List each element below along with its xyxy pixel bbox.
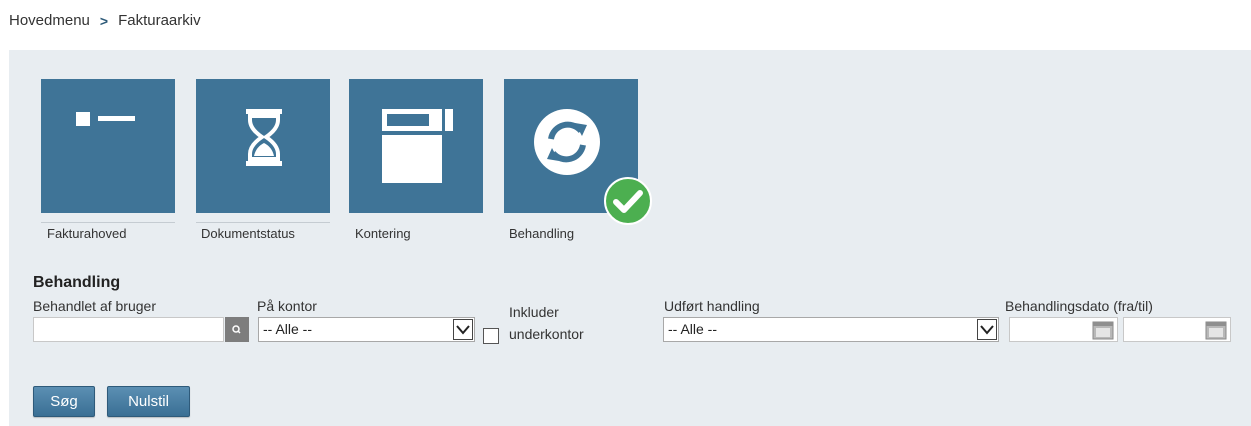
reset-button[interactable]: Nulstil [107,386,190,417]
breadcrumb-home[interactable]: Hovedmenu [9,12,90,29]
include-suboffice-checkbox[interactable] [483,328,499,344]
date-to-calendar-button[interactable] [1205,320,1227,340]
user-search-button[interactable] [225,317,249,342]
tile-label-behandling: Behandling [509,226,575,241]
breadcrumb: Hovedmenu > Fakturaarkiv [9,12,201,29]
tile-underline [41,222,175,223]
action-label: Udført handling [664,298,760,314]
chevron-down-icon [453,319,473,340]
breadcrumb-current: Fakturaarkiv [118,12,201,29]
action-select[interactable]: -- Alle -- [663,317,999,342]
hourglass-icon [246,109,282,166]
office-select[interactable]: -- Alle -- [258,317,475,342]
office-label: På kontor [257,298,317,314]
check-icon [604,177,652,225]
header-icon [76,112,135,126]
calendar-icon [1092,321,1114,340]
chevron-down-icon [977,319,997,340]
tile-kontering[interactable] [349,79,483,213]
search-button[interactable]: Søg [33,386,95,417]
tile-label-kontering: Kontering [355,226,411,241]
calendar-icon [1205,321,1227,340]
window-icon [382,109,453,183]
tile-underline [196,222,330,223]
tile-label-fakturahoved: Fakturahoved [47,226,127,241]
include-label-line2: underkontor [509,326,584,342]
section-title: Behandling [33,274,121,291]
tile-dokumentstatus[interactable] [196,79,330,213]
date-from-calendar-button[interactable] [1092,320,1114,340]
office-select-value: -- Alle -- [263,321,312,337]
user-input[interactable] [33,317,224,342]
main-panel: Fakturahoved Dokumentstatus Kontering Be [9,50,1251,426]
date-label: Behandlingsdato (fra/til) [1005,298,1153,314]
tile-label-dokumentstatus: Dokumentstatus [201,226,295,241]
tile-fakturahoved[interactable] [41,79,175,213]
action-select-value: -- Alle -- [668,321,717,337]
search-icon [232,325,241,334]
include-label-line1: Inkluder [509,304,559,320]
user-label: Behandlet af bruger [33,298,156,314]
breadcrumb-separator: > [99,12,109,29]
